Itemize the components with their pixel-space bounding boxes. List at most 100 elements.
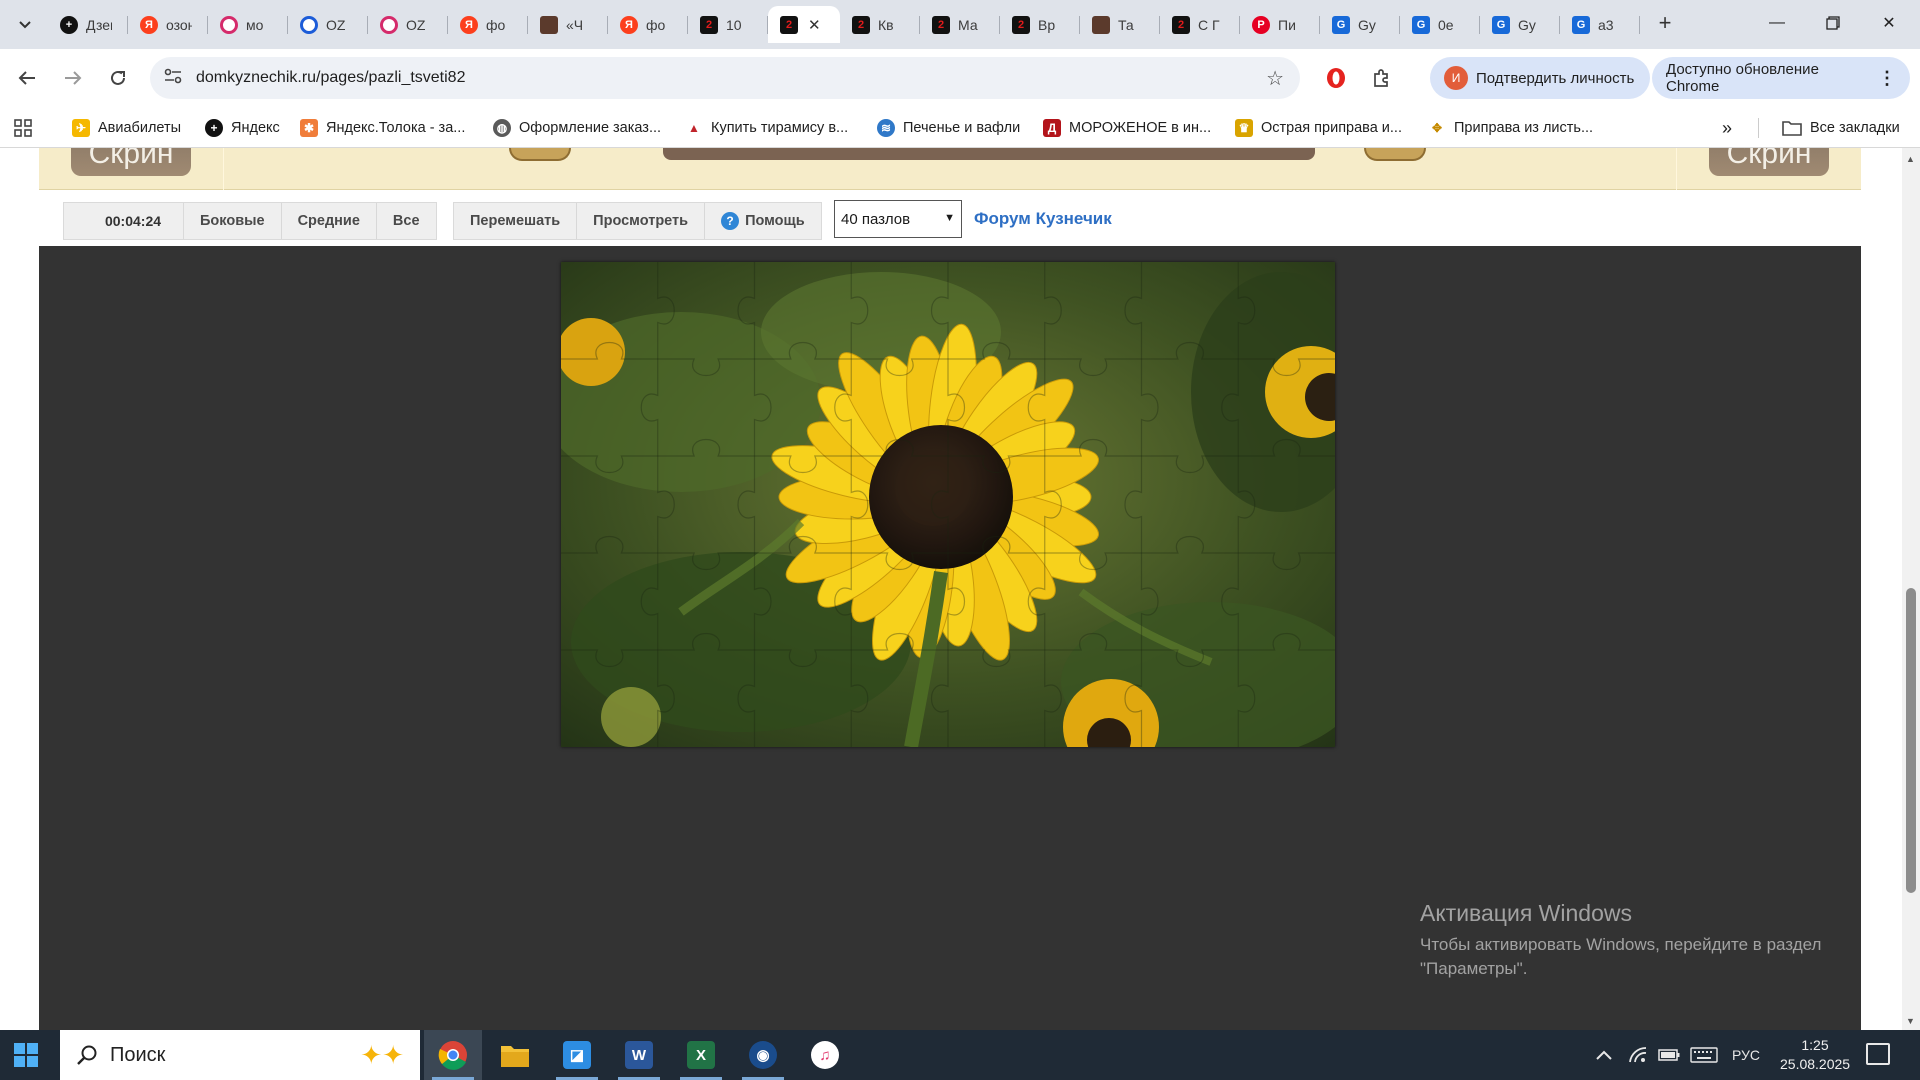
browser-tab[interactable]: Яфо — [608, 6, 688, 43]
forward-button[interactable] — [58, 63, 88, 93]
minimize-button[interactable]: — — [1754, 10, 1800, 36]
scroll-down-arrow-icon[interactable]: ▼ — [1906, 1016, 1915, 1026]
scrollbar-thumb[interactable] — [1906, 588, 1916, 893]
timer: 00:04:24 — [104, 213, 162, 229]
notification-icon[interactable] — [1866, 1043, 1890, 1065]
scroll-up-arrow-icon[interactable]: ▲ — [1906, 154, 1915, 164]
bookmark-item[interactable]: ▲ Купить тирамису в... — [685, 117, 848, 139]
browser-tab[interactable]: «Ч — [528, 6, 608, 43]
browser-tab[interactable]: Ga3 — [1560, 6, 1640, 43]
taskbar-search[interactable]: Поиск ✦✦ — [60, 1030, 420, 1080]
windows-start-icon[interactable] — [14, 1043, 38, 1067]
browser-tab[interactable]: 2 Ма — [920, 6, 1000, 43]
browser-tab[interactable]: Яозон — [128, 6, 208, 43]
ozon2-favicon-icon — [300, 15, 318, 34]
browser-tab[interactable]: G Gy — [1320, 6, 1400, 43]
taskbar-chrome[interactable] — [424, 1030, 482, 1080]
screen-button-left[interactable]: Скрин — [71, 148, 191, 176]
browser-tab[interactable]: Та — [1080, 6, 1160, 43]
kz-favicon-icon: 2 — [1012, 15, 1030, 34]
keyboard-icon[interactable] — [1690, 1030, 1718, 1080]
bookmark-item[interactable]: Д МОРОЖЕНОЕ в ин... — [1043, 117, 1211, 139]
dzen-favicon-icon: + — [60, 15, 78, 34]
chrome-update-label: Доступно обновление Chrome — [1666, 61, 1819, 95]
chrome-update-button[interactable]: Доступно обновление Chrome ⋮ — [1652, 57, 1910, 99]
browser-tab[interactable]: P Пи — [1240, 6, 1320, 43]
kz-favicon-icon: 2 — [932, 15, 950, 34]
tab-title: Дзен — [86, 16, 112, 33]
tab-title: озон — [166, 16, 192, 33]
preview-button[interactable]: Просмотреть — [577, 203, 706, 239]
maximize-button[interactable] — [1810, 10, 1856, 36]
tab-active[interactable]: 2 ✕ — [768, 6, 840, 43]
bookmark-star-icon[interactable]: ☆ — [1266, 66, 1284, 91]
taskbar-itunes[interactable]: ♫ — [796, 1030, 854, 1080]
plane-icon: ✈ — [72, 119, 90, 137]
url-text[interactable]: domkyznechik.ru/pages/pazli_tsveti82 — [196, 69, 465, 87]
kebab-menu-icon[interactable]: ⋮ — [1878, 68, 1896, 89]
close-window-button[interactable]: ✕ — [1866, 10, 1912, 36]
taskbar-clock[interactable]: 1:25 25.08.2025 — [1780, 1036, 1850, 1074]
tray-overflow-icon[interactable] — [1596, 1030, 1612, 1080]
network-icon[interactable] — [1628, 1030, 1648, 1080]
pieces-count-select[interactable]: 40 пазлов ▼ — [834, 200, 962, 238]
shuffle-button[interactable]: Перемешать — [454, 203, 578, 239]
browser-tab[interactable]: G 0e — [1400, 6, 1480, 43]
taskbar-explorer[interactable] — [486, 1030, 544, 1080]
site-settings-icon[interactable] — [164, 68, 182, 89]
browser-tab[interactable]: + Дзен — [48, 6, 128, 43]
browser-tab[interactable]: мо — [208, 6, 288, 43]
browser-tab[interactable]: G Gy — [1480, 6, 1560, 43]
all-button[interactable]: Все — [377, 203, 436, 239]
browser-tab[interactable]: 2 10 — [688, 6, 768, 43]
tab-strip: +ДзенЯозонмоOZOZЯфо«ЧЯфо2102✕2Кв2Ма2ВрТа… — [0, 0, 1920, 49]
gu-favicon-icon: G — [1332, 15, 1350, 34]
spice-icon: ♛ — [1235, 119, 1253, 137]
kz-favicon-icon: 2 — [852, 15, 870, 34]
tab-search-button[interactable] — [12, 14, 38, 36]
reload-button[interactable] — [103, 63, 133, 93]
middle-button[interactable]: Средние — [282, 203, 377, 239]
sides-button[interactable]: Боковые — [184, 203, 282, 239]
tiramisu-icon: ▲ — [685, 119, 703, 137]
bookmark-item[interactable]: ✈ Авиабилеты — [72, 117, 181, 139]
browser-tab[interactable]: 2 Кв — [840, 6, 920, 43]
battery-icon[interactable] — [1658, 1030, 1680, 1080]
browser-tab[interactable]: Яфо — [448, 6, 528, 43]
browser-tab[interactable]: OZ — [288, 6, 368, 43]
bookmark-item[interactable]: + Яндекс — [205, 117, 280, 139]
verify-identity-button[interactable]: И Подтвердить личность — [1430, 57, 1650, 99]
sunflower-puzzle-image[interactable] — [561, 262, 1335, 747]
bookmark-item[interactable]: ≋ Печенье и вафли — [877, 117, 1020, 139]
screen-button-right[interactable]: Скрин — [1709, 148, 1829, 176]
all-bookmarks-button[interactable]: Все закладки — [1782, 117, 1900, 139]
taskbar-paint[interactable]: ◪ — [548, 1030, 606, 1080]
bookmark-item[interactable]: ♛ Острая приправа и... — [1235, 117, 1402, 139]
forum-link[interactable]: Форум Кузнечик — [974, 209, 1112, 229]
extension-opera-icon[interactable] — [1322, 64, 1350, 92]
extensions-puzzle-icon[interactable] — [1368, 64, 1396, 92]
taskbar-word[interactable]: W — [610, 1030, 668, 1080]
browser-tab[interactable]: OZ — [368, 6, 448, 43]
back-button[interactable] — [12, 63, 42, 93]
browser-tab[interactable]: 2 Вр — [1000, 6, 1080, 43]
browser-tab[interactable]: 2 С Г — [1160, 6, 1240, 43]
new-tab-button[interactable]: + — [1652, 10, 1678, 36]
bookmark-item[interactable]: ◍ Оформление заказ... — [493, 117, 661, 139]
page-scrollbar[interactable]: ▲ ▼ — [1902, 148, 1920, 1030]
tab-title: Gy — [1358, 16, 1376, 33]
address-bar[interactable]: domkyznechik.ru/pages/pazli_tsveti82 ☆ — [150, 57, 1300, 99]
icecream-icon: Д — [1043, 119, 1061, 137]
taskbar-excel[interactable]: X — [672, 1030, 730, 1080]
bookmark-item[interactable]: ✥ Приправа из листь... — [1428, 117, 1593, 139]
apps-grid-icon[interactable] — [14, 117, 32, 139]
more-bookmarks-button[interactable]: » — [1722, 117, 1732, 139]
clock-time: 1:25 — [1801, 1037, 1829, 1053]
tab-title: OZ — [326, 16, 346, 33]
help-button[interactable]: ? Помощь — [705, 203, 821, 239]
close-tab-icon[interactable]: ✕ — [808, 16, 821, 34]
bookmark-item[interactable]: ✱ Яндекс.Толока - за... — [300, 117, 465, 139]
folder-icon — [501, 1046, 529, 1067]
taskbar-app[interactable]: ◉ — [734, 1030, 792, 1080]
language-indicator[interactable]: РУС — [1732, 1030, 1760, 1080]
